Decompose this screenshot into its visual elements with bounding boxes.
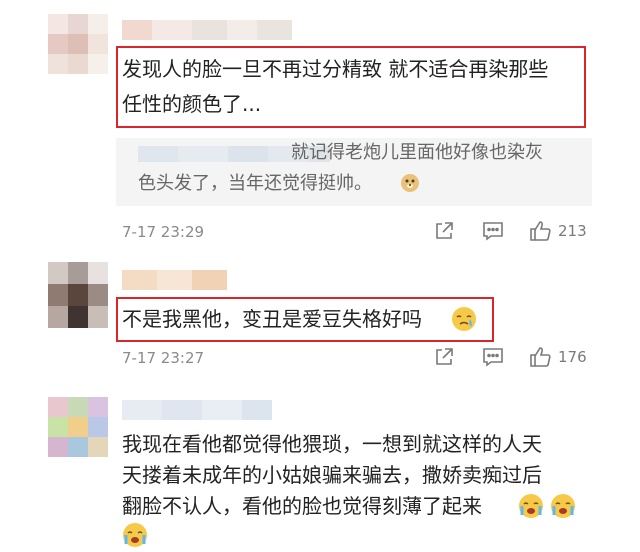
avatar-comment-1[interactable]: [48, 14, 108, 74]
timestamp: 7-17 23:27: [122, 349, 205, 367]
quoted-text-line: 就记得老炮儿里面他好像也染灰: [291, 142, 543, 163]
like-icon: [528, 219, 552, 243]
share-icon: [433, 220, 455, 242]
comment-text-line: 天搂着未成年的小姑娘骗来骗去，撒娇卖痴过后: [122, 463, 542, 487]
crying-emoji: [518, 493, 544, 523]
username-comment-2[interactable]: [122, 270, 227, 290]
comment-text-line: 不是我黑他，变丑是爱豆失格好吗: [122, 307, 422, 331]
doge-emoji: [400, 173, 420, 197]
like-button[interactable]: 213: [528, 219, 587, 243]
share-button[interactable]: [433, 220, 455, 242]
avatar-comment-3[interactable]: [48, 397, 108, 457]
like-button[interactable]: 176: [528, 345, 587, 369]
comment-icon: [482, 346, 504, 368]
username-comment-1[interactable]: [122, 20, 292, 40]
like-count: 213: [558, 222, 587, 240]
like-icon: [528, 345, 552, 369]
crying-emoji: [451, 306, 477, 336]
crying-emoji: [550, 493, 576, 523]
comment-text-line: 任性的颜色了...: [122, 92, 262, 116]
share-icon: [433, 346, 455, 368]
comment-button[interactable]: [482, 346, 504, 368]
crying-emoji: [122, 522, 148, 552]
comment-text-line: 翻脸不认人，看他的脸也觉得刻薄了起来: [122, 494, 482, 518]
comment-text-line: 发现人的脸一旦不再过分精致 就不适合再染那些: [122, 57, 549, 81]
avatar-comment-2[interactable]: [48, 262, 108, 328]
timestamp: 7-17 23:29: [122, 223, 205, 241]
comment-button[interactable]: [482, 220, 504, 242]
comment-text-line: 我现在看他都觉得他猥琐，一想到就这样的人天: [122, 432, 542, 456]
quoted-text-line: 色头发了，当年还觉得挺帅。: [138, 173, 372, 194]
username-comment-3[interactable]: [122, 400, 272, 420]
like-count: 176: [558, 348, 587, 366]
share-button[interactable]: [433, 346, 455, 368]
comment-icon: [482, 220, 504, 242]
